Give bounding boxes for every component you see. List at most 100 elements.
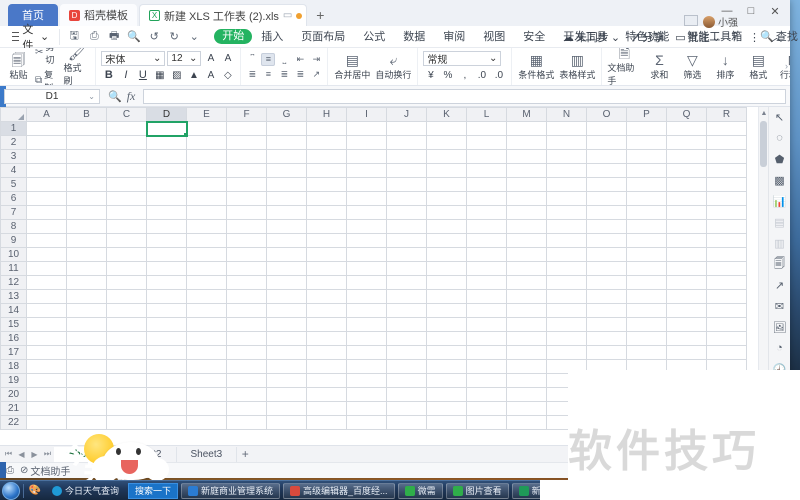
cell-C2[interactable]: [106, 135, 147, 150]
cell-R4[interactable]: [706, 163, 747, 178]
cell-I9[interactable]: [346, 233, 387, 248]
column-header-M[interactable]: M: [506, 107, 547, 122]
align-right-button[interactable]: ≣: [277, 68, 291, 81]
cell-R14[interactable]: [706, 303, 747, 318]
cell-D19[interactable]: [146, 373, 187, 388]
cell-D5[interactable]: [146, 177, 187, 192]
cell-F13[interactable]: [226, 289, 267, 304]
cell-P16[interactable]: [626, 331, 667, 346]
cell-C13[interactable]: [106, 289, 147, 304]
cell-O9[interactable]: [586, 233, 627, 248]
cell-N4[interactable]: [546, 163, 587, 178]
close-button[interactable]: ✕: [764, 2, 786, 20]
cell-B6[interactable]: [66, 191, 107, 206]
cell-K18[interactable]: [426, 359, 467, 374]
cell-L15[interactable]: [466, 317, 507, 332]
cell-P17[interactable]: [626, 345, 667, 360]
cell-I17[interactable]: [346, 345, 387, 360]
cell-A12[interactable]: [26, 275, 67, 290]
cell-B5[interactable]: [66, 177, 107, 192]
cell-P5[interactable]: [626, 177, 667, 192]
cell-I18[interactable]: [346, 359, 387, 374]
paste-button[interactable]: 🗐 粘贴: [5, 53, 32, 81]
column-header-I[interactable]: I: [346, 107, 387, 122]
percent-format-icon[interactable]: %: [440, 68, 455, 83]
align-left-button[interactable]: ≣: [245, 68, 259, 81]
decrease-indent-button[interactable]: ⇤: [293, 53, 307, 66]
cell-M22[interactable]: [506, 415, 547, 430]
cell-A3[interactable]: [26, 149, 67, 164]
cell-Q10[interactable]: [666, 247, 707, 262]
sheet-tab-sheet1[interactable]: Sheet1: [54, 446, 116, 462]
cell-R1[interactable]: [706, 121, 747, 136]
cell-I3[interactable]: [346, 149, 387, 164]
column-header-A[interactable]: A: [26, 107, 67, 122]
cell-L11[interactable]: [466, 261, 507, 276]
cell-R12[interactable]: [706, 275, 747, 290]
cell-N16[interactable]: [546, 331, 587, 346]
cell-A4[interactable]: [26, 163, 67, 178]
cell-J6[interactable]: [386, 191, 427, 206]
taskbar-button-3[interactable]: 微需: [397, 482, 443, 499]
cell-P11[interactable]: [626, 261, 667, 276]
cell-H6[interactable]: [306, 191, 347, 206]
cell-G1[interactable]: [266, 121, 307, 136]
row-header-8[interactable]: 8: [0, 219, 27, 234]
cell-D13[interactable]: [146, 289, 187, 304]
cell-E8[interactable]: [186, 219, 227, 234]
cell-G11[interactable]: [266, 261, 307, 276]
first-sheet-button[interactable]: ⏮: [2, 447, 15, 462]
column-header-F[interactable]: F: [226, 107, 267, 122]
cell-A18[interactable]: [26, 359, 67, 374]
cell-B10[interactable]: [66, 247, 107, 262]
cell-H10[interactable]: [306, 247, 347, 262]
cell-C5[interactable]: [106, 177, 147, 192]
sheet-tab-sheet2[interactable]: Sheet2: [116, 446, 177, 462]
cell-E11[interactable]: [186, 261, 227, 276]
cell-N11[interactable]: [546, 261, 587, 276]
cell-C16[interactable]: [106, 331, 147, 346]
cell-R16[interactable]: [706, 331, 747, 346]
cell-I22[interactable]: [346, 415, 387, 430]
cell-D11[interactable]: [146, 261, 187, 276]
cell-I2[interactable]: [346, 135, 387, 150]
row-header-16[interactable]: 16: [0, 331, 27, 346]
cell-F11[interactable]: [226, 261, 267, 276]
cell-D18[interactable]: [146, 359, 187, 374]
prev-sheet-button[interactable]: ◀: [15, 447, 28, 462]
row-header-3[interactable]: 3: [0, 149, 27, 164]
merge-center-button[interactable]: ▤ 合并居中: [333, 53, 371, 81]
font-family-select[interactable]: 宋体 ⌄: [101, 50, 166, 66]
cell-M6[interactable]: [506, 191, 547, 206]
cell-G6[interactable]: [266, 191, 307, 206]
cell-K6[interactable]: [426, 191, 467, 206]
formula-input[interactable]: [143, 88, 786, 104]
row-header-1[interactable]: 1: [0, 121, 27, 136]
menu-tab-page-layout[interactable]: 页面布局: [292, 26, 354, 48]
cell-Q4[interactable]: [666, 163, 707, 178]
cell-A13[interactable]: [26, 289, 67, 304]
cell-N15[interactable]: [546, 317, 587, 332]
cell-C12[interactable]: [106, 275, 147, 290]
column-header-R[interactable]: R: [706, 107, 747, 122]
row-header-22[interactable]: 22: [0, 415, 27, 430]
macro-record-button[interactable]: ⎙: [6, 465, 14, 476]
cell-N1[interactable]: [546, 121, 587, 136]
cell-J9[interactable]: [386, 233, 427, 248]
cell-L19[interactable]: [466, 373, 507, 388]
cell-M15[interactable]: [506, 317, 547, 332]
cell-M19[interactable]: [506, 373, 547, 388]
cell-N14[interactable]: [546, 303, 587, 318]
cell-N9[interactable]: [546, 233, 587, 248]
cell-O2[interactable]: [586, 135, 627, 150]
menu-tab-view[interactable]: 视图: [474, 26, 514, 48]
cell-H17[interactable]: [306, 345, 347, 360]
cell-P6[interactable]: [626, 191, 667, 206]
cell-I10[interactable]: [346, 247, 387, 262]
format-button[interactable]: ▤ 格式: [743, 53, 773, 81]
customize-qat-icon[interactable]: ⌄: [186, 29, 202, 45]
cell-G21[interactable]: [266, 401, 307, 416]
cell-P14[interactable]: [626, 303, 667, 318]
cell-E14[interactable]: [186, 303, 227, 318]
column-header-J[interactable]: J: [386, 107, 427, 122]
